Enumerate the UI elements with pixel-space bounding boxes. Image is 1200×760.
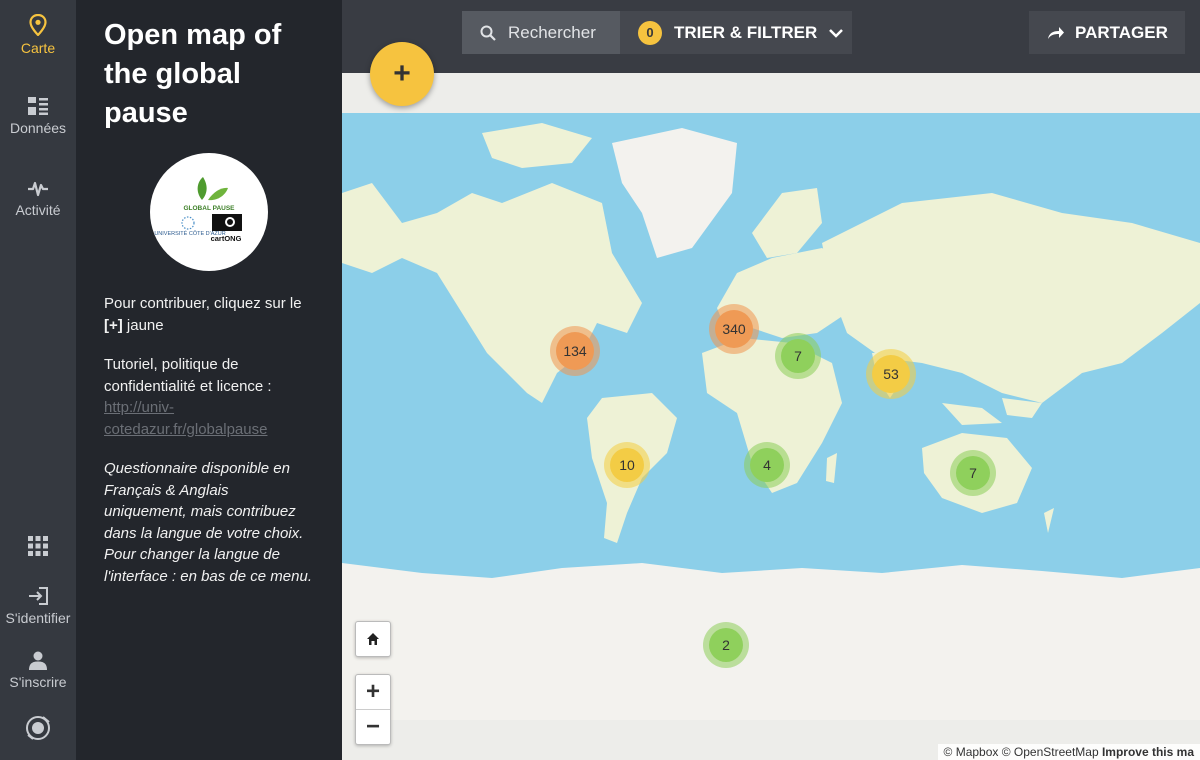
- rail-item-login-label: S'identifier: [5, 610, 71, 626]
- cluster-marker[interactable]: 53: [866, 349, 916, 399]
- tutorial-text: Tutoriel, politique de confidentialité e…: [104, 354, 314, 440]
- contribute-text: Pour contribuer, cliquez sur le [+] jaun…: [104, 293, 314, 336]
- logo-text-global-pause: GLOBAL PAUSE: [183, 205, 235, 212]
- icon-rail: Carte Données Activité S'identifier S'in…: [0, 0, 76, 760]
- globe-language-icon: [26, 716, 50, 740]
- rail-item-data[interactable]: Données: [0, 96, 76, 136]
- cluster-count: 134: [556, 332, 594, 370]
- zoom-control: + −: [355, 674, 391, 745]
- home-control: [355, 621, 391, 657]
- login-icon: [29, 587, 48, 605]
- share-arrow-icon: [1048, 26, 1064, 39]
- cluster-marker[interactable]: 134: [550, 326, 600, 376]
- language-note: Questionnaire disponible en Français & A…: [104, 460, 312, 585]
- info-panel: Open map of the global pause GLOBAL PAUS…: [76, 0, 342, 760]
- contribute-prefix: Pour contribuer, cliquez sur le: [104, 295, 302, 312]
- activity-pulse-icon: [28, 181, 48, 197]
- search-button[interactable]: Rechercher: [462, 11, 620, 54]
- cluster-marker[interactable]: 10: [604, 442, 650, 488]
- chevron-down-icon: [829, 28, 844, 38]
- world-map[interactable]: 134 340 7 53 10 4 7 2 + − © Mapbox © Ope…: [342, 73, 1200, 760]
- project-logo: GLOBAL PAUSE UNIVERSITÉ CÔTE D'AZUR cart…: [150, 153, 268, 271]
- rail-item-signup[interactable]: S'inscrire: [0, 650, 76, 690]
- improve-map-link[interactable]: Improve this ma: [1102, 745, 1194, 759]
- rail-item-map[interactable]: Carte: [0, 14, 76, 56]
- tutorial-link[interactable]: http://univ-cotedazur.fr/globalpause: [104, 399, 267, 438]
- cluster-count: 2: [709, 628, 743, 662]
- cluster-count: 10: [610, 448, 644, 482]
- share-label: PARTAGER: [1075, 22, 1168, 42]
- map-pin-icon: [29, 14, 47, 36]
- filter-count-badge: 0: [638, 20, 662, 45]
- filter-label: TRIER & FILTRER: [674, 22, 818, 42]
- search-icon: [480, 25, 496, 41]
- add-contribution-button[interactable]: +: [370, 42, 434, 106]
- cluster-count: 7: [781, 339, 815, 373]
- rail-item-data-label: Données: [9, 120, 67, 136]
- attribution-text: © Mapbox © OpenStreetMap: [943, 745, 1099, 759]
- rail-item-apps[interactable]: [0, 536, 76, 560]
- logo-text-cartong: cartONG: [211, 234, 242, 243]
- search-label: Rechercher: [508, 22, 596, 42]
- map-attribution: © Mapbox © OpenStreetMap Improve this ma: [937, 744, 1200, 760]
- rail-item-activity-label: Activité: [15, 202, 61, 218]
- cluster-count: 340: [715, 310, 753, 348]
- share-button[interactable]: PARTAGER: [1029, 11, 1185, 54]
- tutorial-label: Tutoriel, politique de confidentialité e…: [104, 356, 272, 395]
- contribute-plus: [+]: [104, 316, 123, 334]
- top-bar: Rechercher 0 TRIER & FILTRER PARTAGER: [342, 0, 1200, 73]
- panel-title: Open map of the global pause: [104, 19, 282, 129]
- data-list-icon: [28, 97, 48, 115]
- cluster-marker[interactable]: 4: [744, 442, 790, 488]
- grid-apps-icon: [28, 536, 48, 556]
- cluster-count: 4: [750, 448, 784, 482]
- rail-item-map-label: Carte: [20, 40, 56, 56]
- rail-item-language[interactable]: [0, 714, 76, 746]
- home-button[interactable]: [356, 622, 390, 656]
- cluster-marker[interactable]: 7: [950, 450, 996, 496]
- contribute-suffix: jaune: [122, 316, 164, 334]
- rail-item-activity[interactable]: Activité: [0, 180, 76, 218]
- rail-item-login[interactable]: S'identifier: [0, 586, 76, 626]
- cluster-count: 7: [956, 456, 990, 490]
- home-icon: [367, 633, 379, 645]
- user-icon: [29, 651, 47, 670]
- zoom-in-button[interactable]: +: [356, 675, 390, 709]
- cluster-count: 53: [872, 355, 910, 393]
- cluster-marker[interactable]: 7: [775, 333, 821, 379]
- zoom-out-button[interactable]: −: [356, 710, 390, 744]
- world-map-tiles: [342, 73, 1200, 760]
- leaf-logo-icon: GLOBAL PAUSE UNIVERSITÉ CÔTE D'AZUR cart…: [154, 177, 242, 243]
- rail-item-signup-label: S'inscrire: [9, 674, 67, 690]
- sort-filter-button[interactable]: 0 TRIER & FILTRER: [620, 11, 852, 54]
- cluster-marker[interactable]: 2: [703, 622, 749, 668]
- cluster-marker[interactable]: 340: [709, 304, 759, 354]
